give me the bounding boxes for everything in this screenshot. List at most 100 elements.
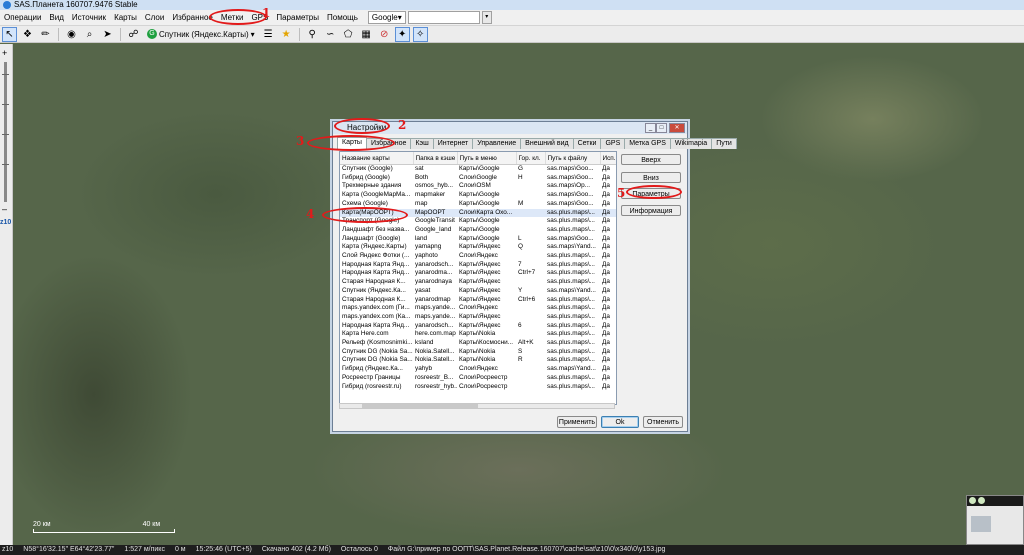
minimap-minus-icon[interactable]	[978, 497, 985, 504]
cell-menu-path: Карты\Google	[459, 217, 500, 225]
column-header-menu-path[interactable]: Путь в меню	[457, 152, 517, 165]
tab-gps[interactable]: GPS	[600, 138, 626, 149]
table-row[interactable]: maps.yandex.com (Ка... maps.yande... Карты…	[340, 313, 616, 322]
tab-gps-mark[interactable]: Метка GPS	[624, 138, 671, 149]
column-header-file-path[interactable]: Путь к файлу	[545, 152, 601, 165]
table-row[interactable]: Трехмерные здания osmos_hyb... Слои\OSM sas…	[340, 182, 616, 191]
maps-table[interactable]: Название карты Папка в кэше Путь в меню …	[339, 151, 617, 405]
table-row[interactable]: Старая Народная К... yanarodnaya Карты\Янд…	[340, 278, 616, 287]
zoom-icon[interactable]: ⌕	[82, 27, 97, 42]
cell-cache-folder: Google_land	[415, 225, 452, 233]
table-row[interactable]: Схема (Google) map Карты\Google Msas.maps\G…	[340, 200, 616, 209]
tab-appearance[interactable]: Внешний вид	[520, 138, 574, 149]
table-row[interactable]: Слой Яндекс Фотки (... yaphoto Слои\Яндекс…	[340, 252, 616, 261]
close-icon[interactable]: ✕	[669, 123, 685, 133]
annotation-number-4: 4	[306, 207, 315, 221]
maximize-icon[interactable]: □	[656, 123, 667, 133]
tab-wikimapia[interactable]: Wikimapia	[669, 138, 713, 149]
gps-track-icon[interactable]: ✧	[412, 26, 428, 42]
marks-manager-icon[interactable]: ▦	[359, 27, 374, 42]
tab-internet[interactable]: Интернет	[432, 138, 474, 149]
table-row[interactable]: Спутник (Google) sat Карты\Google Gsas.maps…	[340, 165, 616, 174]
table-row[interactable]: Росреестр Границы rosreestr_B... Слои\Роср…	[340, 374, 616, 383]
table-row[interactable]: Гибрид (Google) Both Слои\Google Hsas.maps\…	[340, 174, 616, 183]
minimap[interactable]	[966, 495, 1024, 545]
map-info-button[interactable]: Информация	[621, 205, 681, 216]
table-row[interactable]: maps.yandex.com (Ги... maps.yande... Слои\…	[340, 304, 616, 313]
column-header-name[interactable]: Название карты	[340, 152, 414, 165]
menu-layers[interactable]: Слои	[141, 13, 168, 22]
search-provider-combo[interactable]: Google ▾	[367, 11, 406, 24]
cell-cache-folder: МарООРТ	[413, 208, 457, 218]
scrollbar-thumb[interactable]	[362, 404, 478, 408]
apply-button[interactable]: Применить	[557, 416, 597, 428]
column-header-hotkey[interactable]: Гор. кл.	[516, 152, 546, 165]
star-icon[interactable]: ★	[279, 27, 294, 42]
menu-favorites[interactable]: Избранное	[168, 13, 217, 22]
cancel-button[interactable]: Отменить	[643, 416, 683, 428]
tab-maps[interactable]: Карты	[337, 137, 367, 150]
table-row[interactable]: Спутник (Яндекс.Ка... yasat Карты\Яндекс Ys…	[340, 287, 616, 296]
dialog-titlebar[interactable]: Настройки _ □ ✕	[333, 122, 687, 134]
move-up-button[interactable]: Вверх	[621, 154, 681, 165]
table-row[interactable]: Гибрид (rosreestr.ru) rosreestr_hyb... Сло…	[340, 383, 616, 392]
column-header-enabled[interactable]: Исп...	[600, 152, 616, 165]
table-row[interactable]: Рельеф (Kosmosnimki... ksland Карты\Космос…	[340, 339, 616, 348]
table-row[interactable]: Транспорт (Google) GoogleTransit Карты\Goo…	[340, 217, 616, 226]
select-area-icon[interactable]: ❖	[20, 27, 35, 42]
table-row[interactable]: Ландшафт без назва... Google_land Карты\Go…	[340, 226, 616, 235]
zoom-in-icon[interactable]: +	[2, 48, 7, 58]
satellite-icon[interactable]: ☍	[126, 27, 141, 42]
menu-operations[interactable]: Операции	[0, 13, 45, 22]
cell-enabled: Да	[602, 191, 610, 199]
menu-parameters[interactable]: Параметры	[272, 13, 323, 22]
table-row[interactable]: Карта Here.com here.com.map Карты\Nokia sas…	[340, 330, 616, 339]
globe-icon[interactable]: ◉	[64, 27, 79, 42]
table-row[interactable]: Карта (GoogleMapMa... mapmaker Карты\Googl…	[340, 191, 616, 200]
menu-maps[interactable]: Карты	[110, 13, 141, 22]
table-row[interactable]: Народная Карта Янд... yanarodsch... Карты\…	[340, 261, 616, 270]
navigate-icon[interactable]: ➤	[100, 27, 115, 42]
table-row[interactable]: Народная Карта Янд... yanarodma... Карты\Я…	[340, 269, 616, 278]
table-row[interactable]: Карта (Яндекс.Карты) yamapng Карты\Яндекс Q…	[340, 243, 616, 252]
move-down-button[interactable]: Вниз	[621, 172, 681, 183]
ruler-icon[interactable]: ✏	[38, 27, 53, 42]
map-source-combo[interactable]: G Спутник (Яндекс.Карты) ▾	[144, 29, 258, 39]
gps-cursor-icon[interactable]: ✦	[394, 26, 410, 42]
table-row[interactable]: Гибрид (Яндекс.Ка... yahyb Слои\Яндекс sas.…	[340, 365, 616, 374]
table-row[interactable]: Спутник DG (Nokia Sa... Nokia.Satell... Ка…	[340, 348, 616, 357]
cell-name: Спутник DG (Nokia Sa...	[342, 356, 413, 364]
cell-name: maps.yandex.com (Ка...	[342, 312, 411, 320]
map-parameters-button[interactable]: Параметры	[621, 188, 681, 199]
tab-paths[interactable]: Пути	[711, 138, 737, 149]
ok-button[interactable]: Ok	[601, 416, 639, 428]
menu-marks[interactable]: Метки	[217, 13, 248, 22]
table-row[interactable]: Народная Карта Янд... yanarodsch... Карты\…	[340, 322, 616, 331]
table-row[interactable]: Спутник DG (Nokia Sa... Nokia.Satell... Ка…	[340, 356, 616, 365]
search-input[interactable]	[407, 11, 480, 24]
layers-icon[interactable]: ☰	[261, 27, 276, 42]
tab-control[interactable]: Управление	[472, 138, 522, 149]
table-row[interactable]: Ландшафт (Google) land Карты\Google Lsas.ma…	[340, 235, 616, 244]
search-dropdown-button[interactable]: ▾	[481, 11, 492, 24]
menu-view[interactable]: Вид	[45, 13, 67, 22]
tab-cache[interactable]: Кэш	[410, 138, 434, 149]
menu-help[interactable]: Помощь	[323, 13, 362, 22]
pointer-tool-icon[interactable]: ↖	[2, 26, 17, 42]
minimap-viewport[interactable]	[971, 516, 991, 532]
tab-grids[interactable]: Сетки	[572, 138, 602, 149]
minimize-icon[interactable]: _	[645, 123, 656, 133]
zoom-slider[interactable]	[4, 62, 7, 202]
table-horizontal-scrollbar[interactable]	[339, 403, 615, 409]
minimap-plus-icon[interactable]	[969, 497, 976, 504]
polygon-icon[interactable]: ⬠	[341, 27, 356, 42]
table-row[interactable]: Карта(МарООРТ) МарООРТ Слои\Карта Охо... sa…	[340, 208, 616, 218]
menu-source[interactable]: Источник	[68, 13, 110, 22]
delete-mark-icon[interactable]: ⊘	[377, 27, 392, 42]
path-icon[interactable]: ∽	[323, 27, 338, 42]
tab-favorites[interactable]: Избранное	[365, 138, 412, 149]
table-row[interactable]: Старая Народная К... yanarodmap Карты\Янде…	[340, 296, 616, 305]
zoom-out-icon[interactable]: –	[2, 204, 7, 214]
column-header-cache-folder[interactable]: Папка в кэше	[413, 152, 458, 165]
placemark-icon[interactable]: ⚲	[305, 27, 320, 42]
